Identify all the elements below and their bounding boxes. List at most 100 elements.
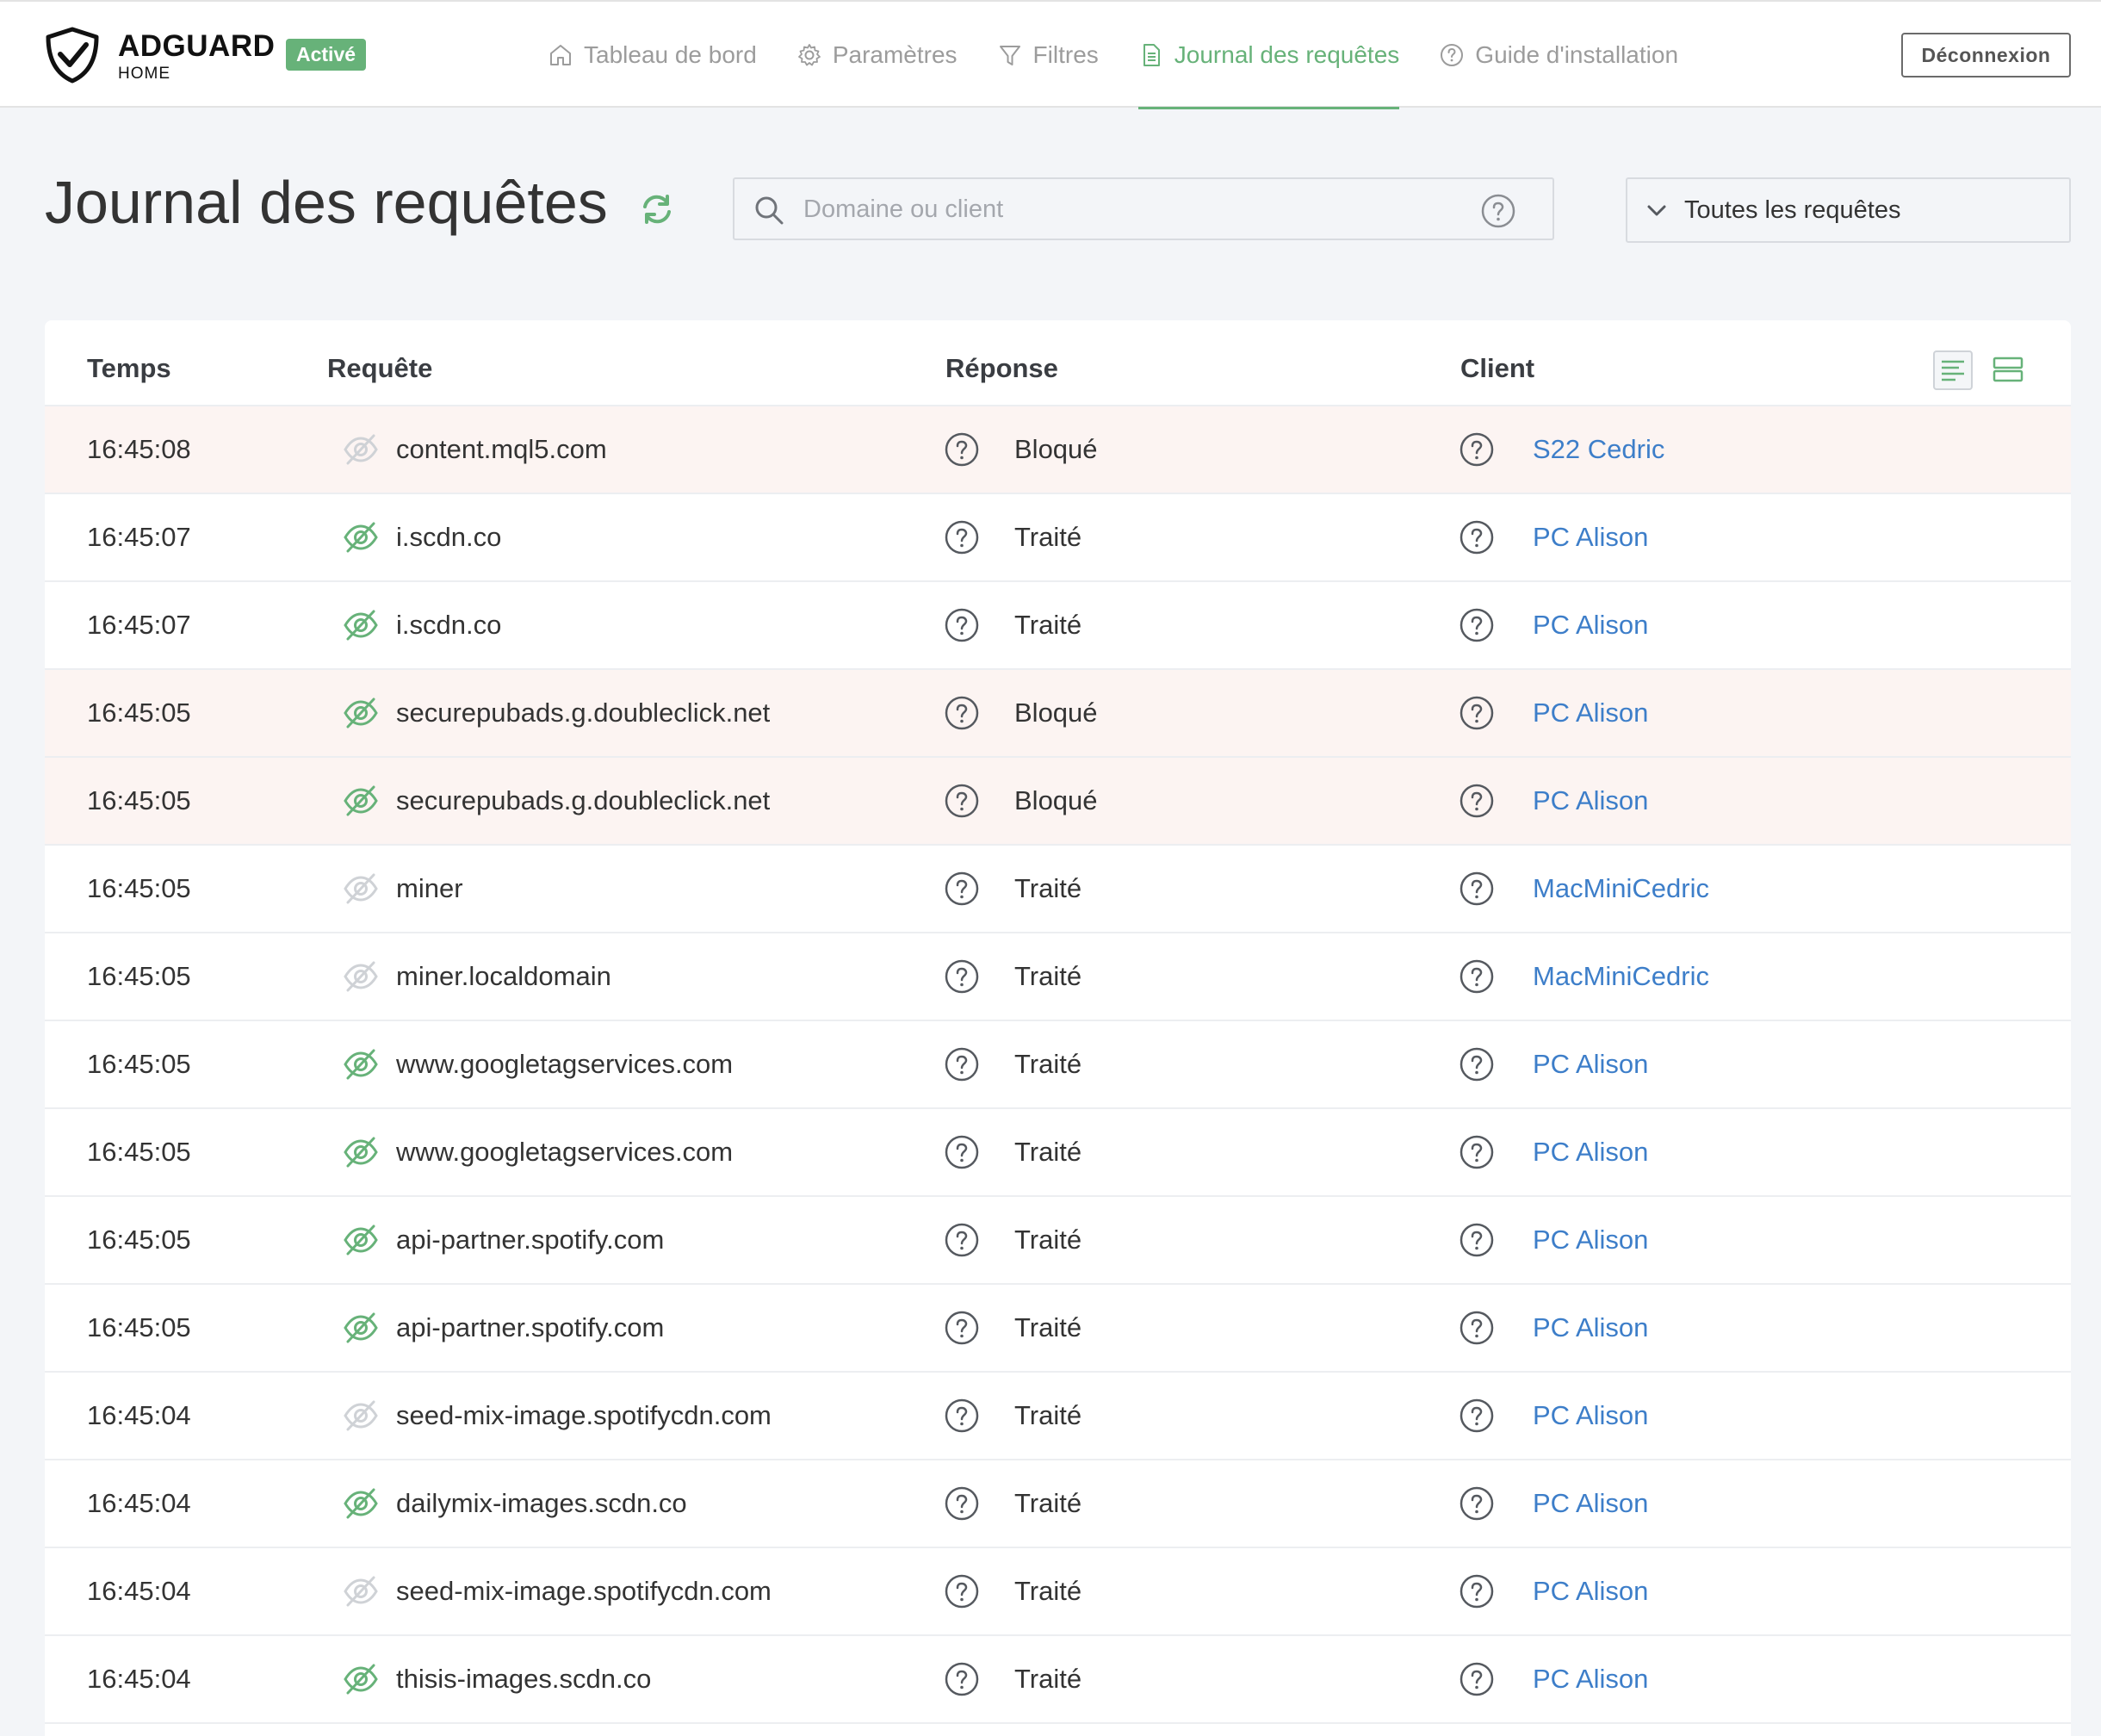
default-view-toggle[interactable]: [1991, 352, 2025, 387]
row-domain[interactable]: miner: [396, 846, 463, 932]
response-info-icon[interactable]: [944, 1109, 980, 1195]
client-info-icon[interactable]: [1459, 1021, 1495, 1107]
row-client-link[interactable]: MacMiniCedric: [1533, 933, 1709, 1020]
row-client-link[interactable]: PC Alison: [1533, 1373, 1648, 1459]
table-row[interactable]: 16:45:05 securepubads.g.doubleclick.net Bl…: [45, 670, 2071, 758]
nav-item-settings[interactable]: Paramètres: [796, 2, 958, 108]
response-info-icon[interactable]: [944, 1197, 980, 1283]
response-info-icon[interactable]: [944, 670, 980, 756]
row-client-link[interactable]: PC Alison: [1533, 1197, 1648, 1283]
privacy-eye-icon[interactable]: [341, 933, 381, 1020]
table-row[interactable]: 16:45:05 miner Traité MacMiniCedric: [45, 846, 2071, 933]
adguard-shield-logo-icon[interactable]: [43, 26, 102, 84]
table-row[interactable]: 16:45:04 seed-mix-image.spotifycdn.com Tra…: [45, 1373, 2071, 1460]
row-client-link[interactable]: PC Alison: [1533, 670, 1648, 756]
row-client-link[interactable]: PC Alison: [1533, 1285, 1648, 1371]
nav-item-dashboard[interactable]: Tableau de bord: [548, 2, 757, 108]
row-domain[interactable]: thisis-images.scdn.co: [396, 1636, 651, 1722]
table-row[interactable]: 16:45:07 i.scdn.co Traité PC Alison: [45, 582, 2071, 670]
response-info-icon[interactable]: [944, 1021, 980, 1107]
privacy-eye-icon[interactable]: [341, 1548, 381, 1634]
client-info-icon[interactable]: [1459, 1548, 1495, 1634]
row-domain[interactable]: seed-mix-image.spotifycdn.com: [396, 1373, 772, 1459]
search-help-icon[interactable]: [1480, 193, 1516, 229]
privacy-eye-icon[interactable]: [341, 758, 381, 844]
response-info-icon[interactable]: [944, 846, 980, 932]
privacy-eye-icon[interactable]: [341, 1460, 381, 1547]
search-input[interactable]: [803, 188, 1475, 231]
privacy-eye-icon[interactable]: [341, 1021, 381, 1107]
response-info-icon[interactable]: [944, 1548, 980, 1634]
table-row[interactable]: 16:45:04: [45, 1724, 2071, 1736]
row-domain[interactable]: www.googletagservices.com: [396, 1109, 733, 1195]
row-domain[interactable]: api-partner.spotify.com: [396, 1197, 664, 1283]
client-info-icon[interactable]: [1459, 1285, 1495, 1371]
row-domain[interactable]: securepubads.g.doubleclick.net: [396, 758, 770, 844]
row-client-link[interactable]: S22 Cedric: [1533, 406, 1664, 493]
row-domain[interactable]: dailymix-images.scdn.co: [396, 1460, 687, 1547]
row-client-link[interactable]: PC Alison: [1533, 758, 1648, 844]
response-filter-select[interactable]: Toutes les requêtes: [1626, 177, 2071, 243]
nav-item-query-log[interactable]: Journal des requêtes: [1137, 2, 1399, 109]
privacy-eye-icon[interactable]: [341, 582, 381, 668]
client-info-icon[interactable]: [1459, 494, 1495, 580]
row-client-link[interactable]: PC Alison: [1533, 1548, 1648, 1634]
response-info-icon[interactable]: [944, 1636, 980, 1722]
table-row[interactable]: 16:45:05 api-partner.spotify.com Traité PC …: [45, 1285, 2071, 1373]
client-info-icon[interactable]: [1459, 1109, 1495, 1195]
table-row[interactable]: 16:45:05 www.googletagservices.com Traité P…: [45, 1109, 2071, 1197]
response-info-icon[interactable]: [944, 406, 980, 493]
refresh-icon[interactable]: [637, 189, 677, 229]
row-domain[interactable]: www.googletagservices.com: [396, 1021, 733, 1107]
table-row[interactable]: 16:45:05 api-partner.spotify.com Traité PC …: [45, 1197, 2071, 1285]
response-info-icon[interactable]: [944, 933, 980, 1020]
nav-item-filters[interactable]: Filtres: [997, 2, 1099, 108]
table-row[interactable]: 16:45:08 content.mql5.com Bloqué S22 Cedric: [45, 406, 2071, 494]
compact-view-toggle[interactable]: [1933, 350, 1973, 390]
privacy-eye-icon[interactable]: [341, 1197, 381, 1283]
privacy-eye-icon[interactable]: [341, 1373, 381, 1459]
table-row[interactable]: 16:45:05 www.googletagservices.com Traité P…: [45, 1021, 2071, 1109]
row-client-link[interactable]: PC Alison: [1533, 1636, 1648, 1722]
response-info-icon[interactable]: [944, 1373, 980, 1459]
row-domain[interactable]: seed-mix-image.spotifycdn.com: [396, 1548, 772, 1634]
nav-item-setup-guide[interactable]: Guide d'installation: [1439, 2, 1678, 108]
response-info-icon[interactable]: [944, 1285, 980, 1371]
table-row[interactable]: 16:45:04 thisis-images.scdn.co Traité PC Al…: [45, 1636, 2071, 1724]
privacy-eye-icon[interactable]: [341, 406, 381, 493]
row-domain[interactable]: i.scdn.co: [396, 582, 501, 668]
table-row[interactable]: 16:45:04 seed-mix-image.spotifycdn.com Tra…: [45, 1548, 2071, 1636]
client-info-icon[interactable]: [1459, 1197, 1495, 1283]
client-info-icon[interactable]: [1459, 406, 1495, 493]
table-row[interactable]: 16:45:07 i.scdn.co Traité PC Alison: [45, 494, 2071, 582]
client-info-icon[interactable]: [1459, 582, 1495, 668]
client-info-icon[interactable]: [1459, 933, 1495, 1020]
row-client-link[interactable]: PC Alison: [1533, 1021, 1648, 1107]
logout-button[interactable]: Déconnexion: [1901, 33, 2071, 78]
client-info-icon[interactable]: [1459, 1636, 1495, 1722]
row-domain[interactable]: securepubads.g.doubleclick.net: [396, 670, 770, 756]
privacy-eye-icon[interactable]: [341, 1636, 381, 1722]
table-row[interactable]: 16:45:04 dailymix-images.scdn.co Traité PC …: [45, 1460, 2071, 1548]
row-domain[interactable]: i.scdn.co: [396, 494, 501, 580]
privacy-eye-icon[interactable]: [341, 1109, 381, 1195]
row-domain[interactable]: miner.localdomain: [396, 933, 611, 1020]
client-info-icon[interactable]: [1459, 670, 1495, 756]
table-row[interactable]: 16:45:05 miner.localdomain Traité MacMiniCe…: [45, 933, 2071, 1021]
privacy-eye-icon[interactable]: [341, 846, 381, 932]
client-info-icon[interactable]: [1459, 758, 1495, 844]
client-info-icon[interactable]: [1459, 1460, 1495, 1547]
response-info-icon[interactable]: [944, 582, 980, 668]
privacy-eye-icon[interactable]: [341, 670, 381, 756]
row-client-link[interactable]: PC Alison: [1533, 1460, 1648, 1547]
response-info-icon[interactable]: [944, 494, 980, 580]
row-domain[interactable]: content.mql5.com: [396, 406, 607, 493]
table-row[interactable]: 16:45:05 securepubads.g.doubleclick.net Bl…: [45, 758, 2071, 846]
response-info-icon[interactable]: [944, 758, 980, 844]
client-info-icon[interactable]: [1459, 846, 1495, 932]
row-client-link[interactable]: PC Alison: [1533, 1109, 1648, 1195]
row-client-link[interactable]: MacMiniCedric: [1533, 846, 1709, 932]
client-info-icon[interactable]: [1459, 1373, 1495, 1459]
row-client-link[interactable]: PC Alison: [1533, 494, 1648, 580]
privacy-eye-icon[interactable]: [341, 1285, 381, 1371]
